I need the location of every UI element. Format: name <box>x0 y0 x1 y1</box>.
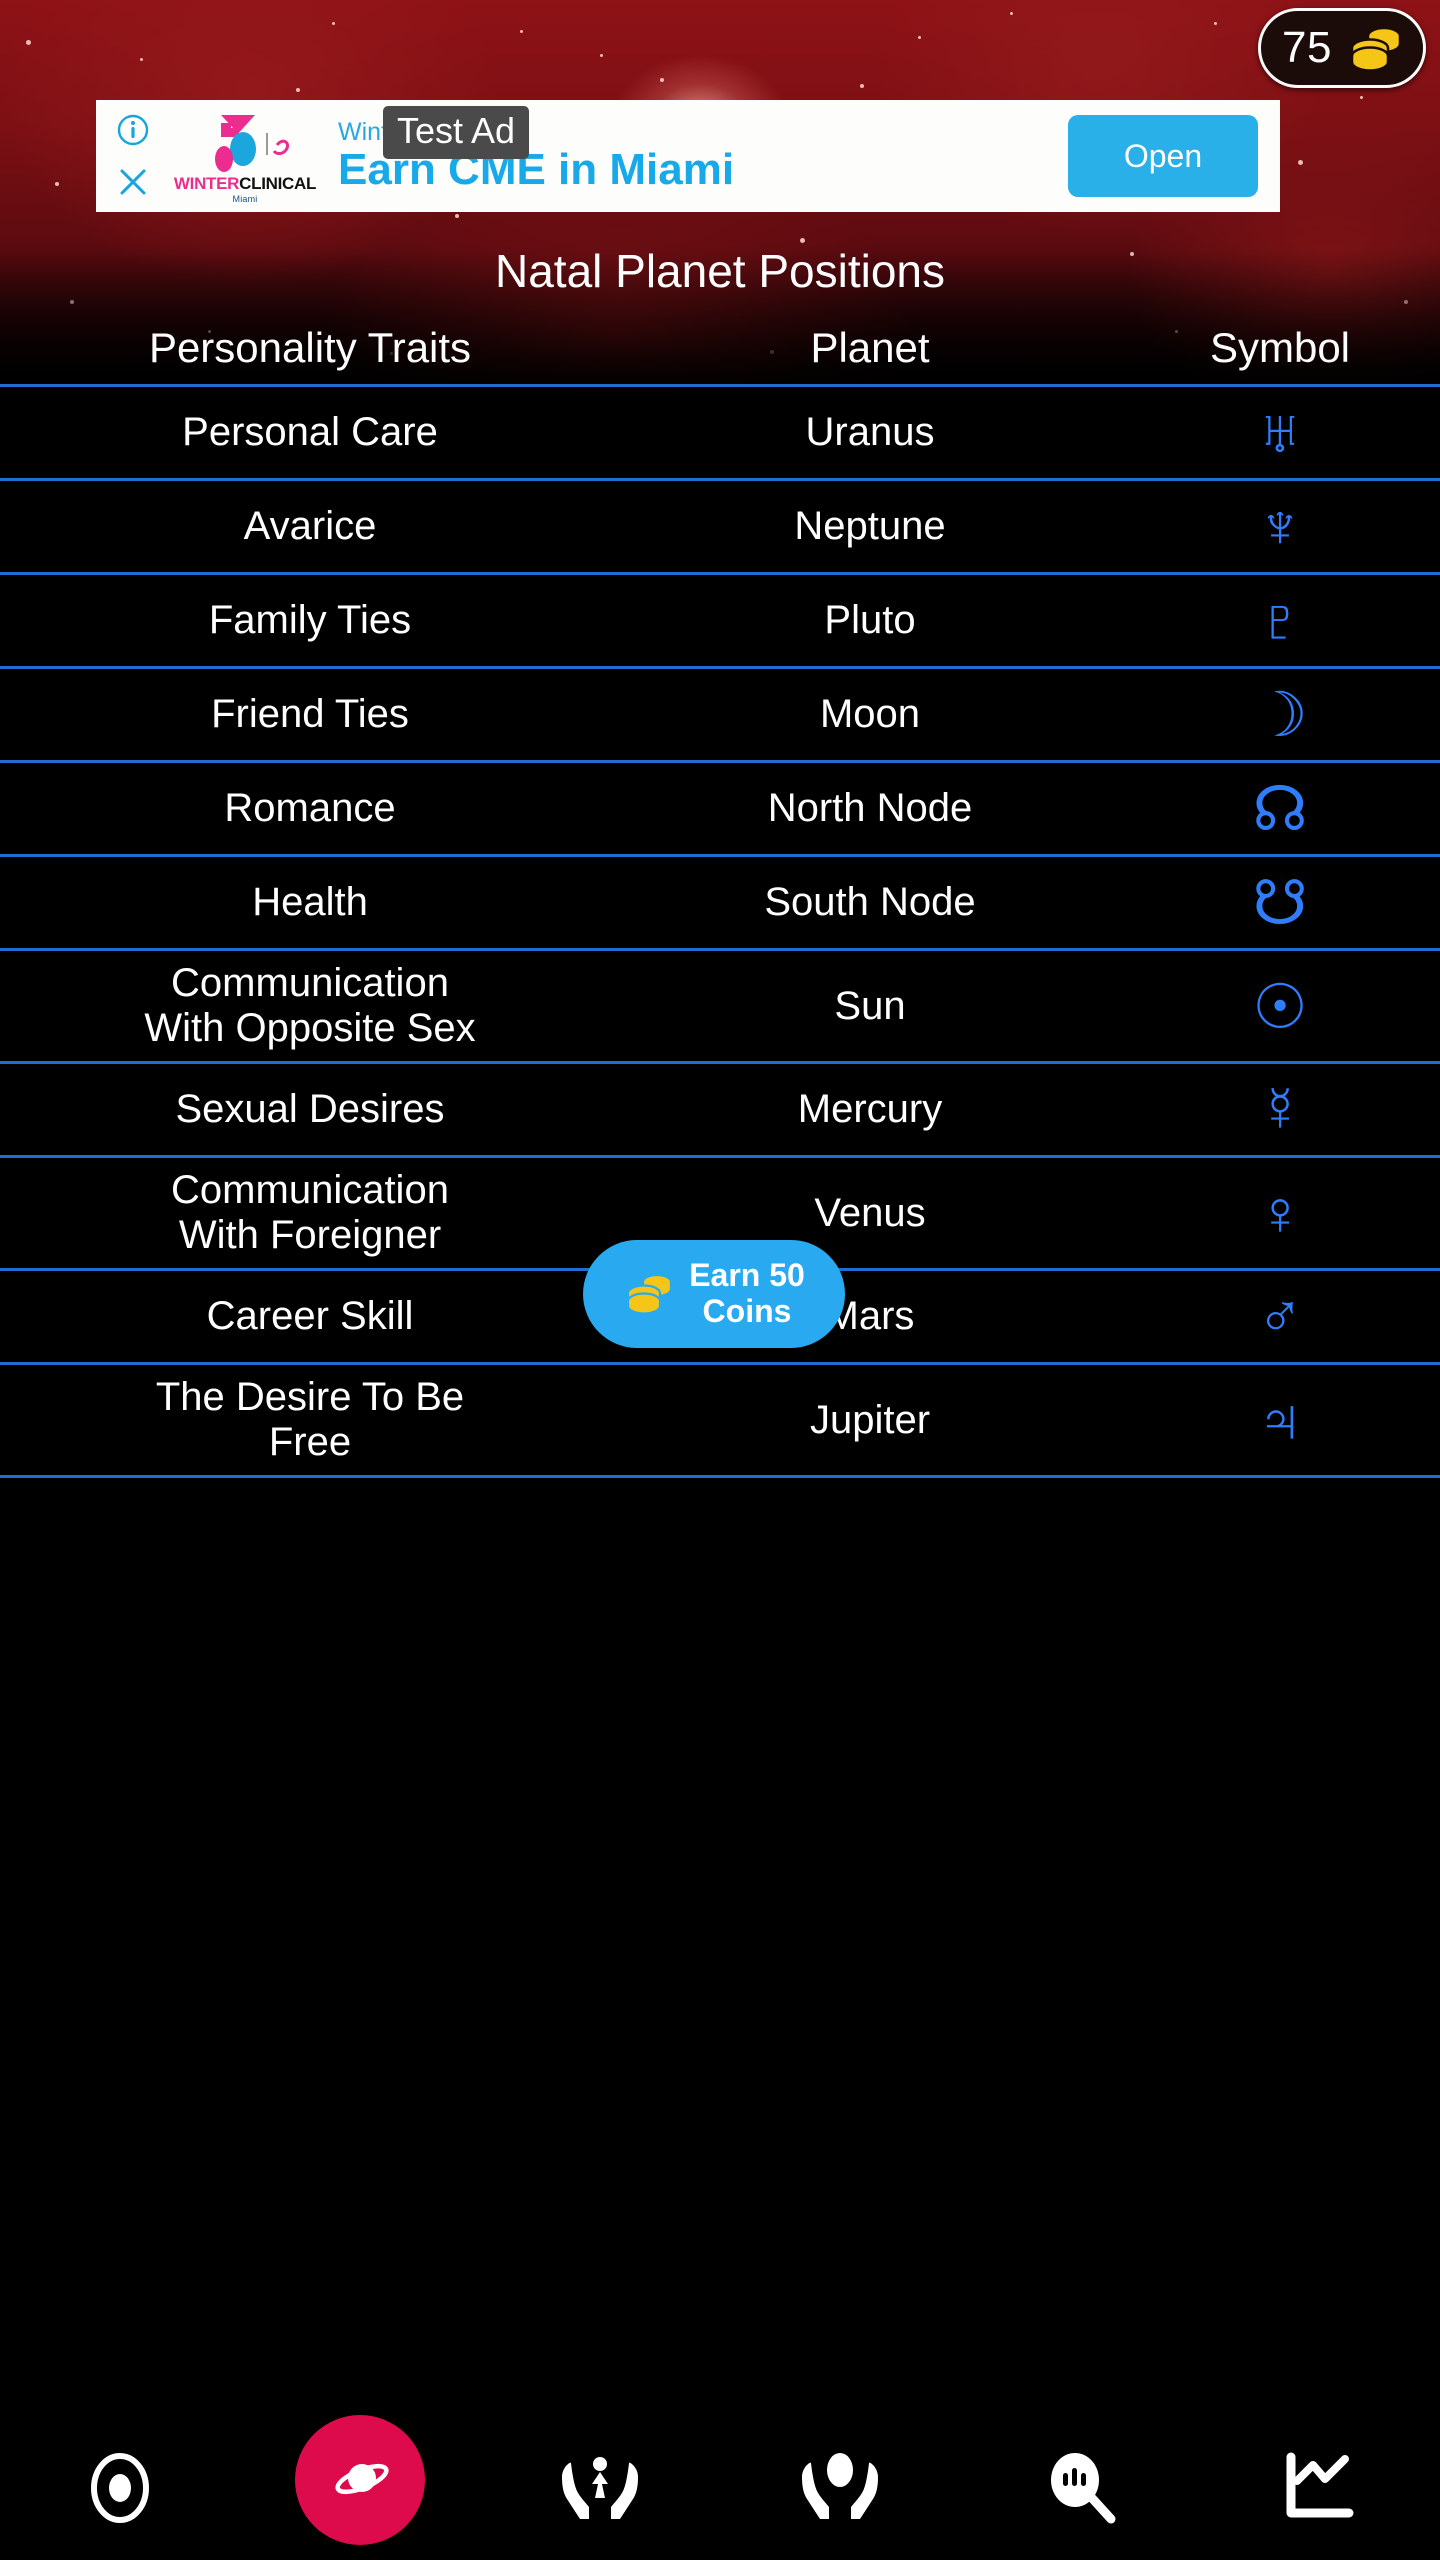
cell-trait: Avarice <box>243 504 377 548</box>
bottom-navigation-bar <box>0 2414 1440 2560</box>
ad-brand-sub: Miami <box>232 193 258 204</box>
cell-trait: Communication With Opposite Sex <box>144 961 476 1050</box>
ad-advertiser-logo: WINTERCLINICAL Miami <box>170 100 320 212</box>
cell-symbol: ☊ <box>1120 772 1440 845</box>
ad-controls <box>96 100 170 212</box>
saturn-planet-icon <box>335 2463 389 2494</box>
table-row[interactable]: Friend Ties Moon ☽ <box>0 669 1440 763</box>
app-root: 75 WINTERCLINICAL Miami Winter Earn CME … <box>0 0 1440 2560</box>
earn-coins-line2: Coins <box>702 1293 792 1329</box>
cell-planet: Venus <box>814 1190 926 1235</box>
sun-circle-icon <box>91 2452 149 2523</box>
cell-symbol: ☉ <box>1120 970 1440 1043</box>
cell-symbol: ♇ <box>1120 585 1440 656</box>
earn-coins-line1: Earn 50 <box>689 1257 805 1294</box>
table-row[interactable]: Sexual Desires Mercury ☿ <box>0 1064 1440 1158</box>
nav-planets-fab[interactable] <box>295 2414 425 2545</box>
cell-symbol: ♅ <box>1120 397 1440 468</box>
winter-clinical-mark-icon <box>215 114 290 172</box>
nav-planets[interactable] <box>240 2414 480 2560</box>
moon-symbol: ☽ <box>1252 681 1308 750</box>
pluto-symbol: ♇ <box>1256 586 1304 655</box>
test-ad-chip: Test Ad <box>383 106 530 159</box>
cell-trait: Communication With Foreigner <box>171 1168 449 1257</box>
cell-trait: Personal Care <box>182 410 438 454</box>
cell-symbol: ♀ <box>1120 1178 1440 1249</box>
cell-symbol: ♂ <box>1120 1281 1440 1352</box>
coin-stack-icon <box>1350 26 1402 72</box>
cell-trait: Friend Ties <box>211 692 409 736</box>
mars-symbol: ♂ <box>1256 1282 1304 1351</box>
cell-trait: Health <box>252 880 368 924</box>
ad-banner[interactable]: WINTERCLINICAL Miami Winter Clinical H E… <box>96 100 1280 212</box>
cell-trait: Romance <box>224 786 396 830</box>
cell-symbol: ☋ <box>1120 866 1440 939</box>
coin-balance-badge[interactable]: 75 <box>1258 8 1426 88</box>
cell-planet: Mercury <box>797 1087 943 1131</box>
nav-care[interactable] <box>720 2415 960 2560</box>
column-header-symbol: Symbol <box>1209 324 1351 371</box>
cell-trait: The Desire To Be Free <box>155 1375 465 1464</box>
mercury-symbol: ☿ <box>1256 1075 1304 1144</box>
ad-brand-name: WINTERCLINICAL <box>173 173 317 193</box>
cell-planet: South Node <box>764 880 976 924</box>
cell-trait: Sexual Desires <box>175 1087 445 1131</box>
cell-planet: Neptune <box>794 504 946 548</box>
cell-symbol: ☽ <box>1120 678 1440 751</box>
cell-trait: Family Ties <box>208 598 412 642</box>
cell-planet: Sun <box>834 983 906 1028</box>
search-chart-icon <box>1051 2452 1116 2523</box>
page-title: Natal Planet Positions <box>494 245 946 297</box>
cell-planet: Uranus <box>805 410 935 454</box>
cell-planet: North Node <box>767 786 973 830</box>
cell-planet: Moon <box>819 692 921 736</box>
cell-trait: Career Skill <box>206 1294 414 1338</box>
earn-coins-button[interactable]: Earn 50 Coins <box>583 1240 845 1348</box>
close-icon[interactable] <box>116 165 150 199</box>
column-header-trait: Personality Traits <box>148 324 472 371</box>
hands-holding-heart-icon <box>802 2452 878 2519</box>
line-chart-icon <box>1286 2452 1354 2517</box>
table-row[interactable]: Avarice Neptune ♆ <box>0 481 1440 575</box>
hands-holding-person-icon <box>562 2456 638 2519</box>
table-row[interactable]: Communication With Opposite Sex Sun ☉ <box>0 951 1440 1064</box>
coin-stack-icon <box>627 1273 673 1315</box>
coin-balance-label: 75 <box>1282 23 1332 72</box>
cell-symbol: ♆ <box>1120 491 1440 562</box>
venus-symbol: ♀ <box>1256 1178 1304 1248</box>
nav-search[interactable] <box>960 2415 1200 2560</box>
neptune-symbol: ♆ <box>1256 492 1304 561</box>
uranus-symbol: ♅ <box>1256 398 1304 467</box>
nav-chart[interactable] <box>1200 2415 1440 2560</box>
cell-planet: Jupiter <box>809 1397 931 1442</box>
sun-symbol: ☉ <box>1252 972 1308 1042</box>
info-icon[interactable] <box>116 113 150 147</box>
nav-person[interactable] <box>480 2415 720 2560</box>
nav-sun[interactable] <box>0 2415 240 2560</box>
earn-coins-label: Earn 50 Coins <box>689 1257 805 1330</box>
jupiter-symbol: ♃ <box>1256 1385 1304 1455</box>
table-row[interactable]: Health South Node ☋ <box>0 857 1440 951</box>
table-header-row: Personality Traits Planet Symbol <box>0 312 1440 387</box>
south-node-symbol: ☋ <box>1252 869 1308 938</box>
cell-planet: Pluto <box>824 598 916 642</box>
cell-symbol: ☿ <box>1120 1074 1440 1145</box>
table-row[interactable]: Personal Care Uranus ♅ <box>0 387 1440 481</box>
ad-open-button[interactable]: Open <box>1068 115 1258 197</box>
table-row[interactable]: Family Ties Pluto ♇ <box>0 575 1440 669</box>
north-node-symbol: ☊ <box>1252 775 1308 844</box>
table-row[interactable]: Romance North Node ☊ <box>0 763 1440 857</box>
column-header-planet: Planet <box>810 324 930 371</box>
table-row[interactable]: The Desire To Be Free Jupiter ♃ <box>0 1365 1440 1478</box>
cell-symbol: ♃ <box>1120 1385 1440 1456</box>
